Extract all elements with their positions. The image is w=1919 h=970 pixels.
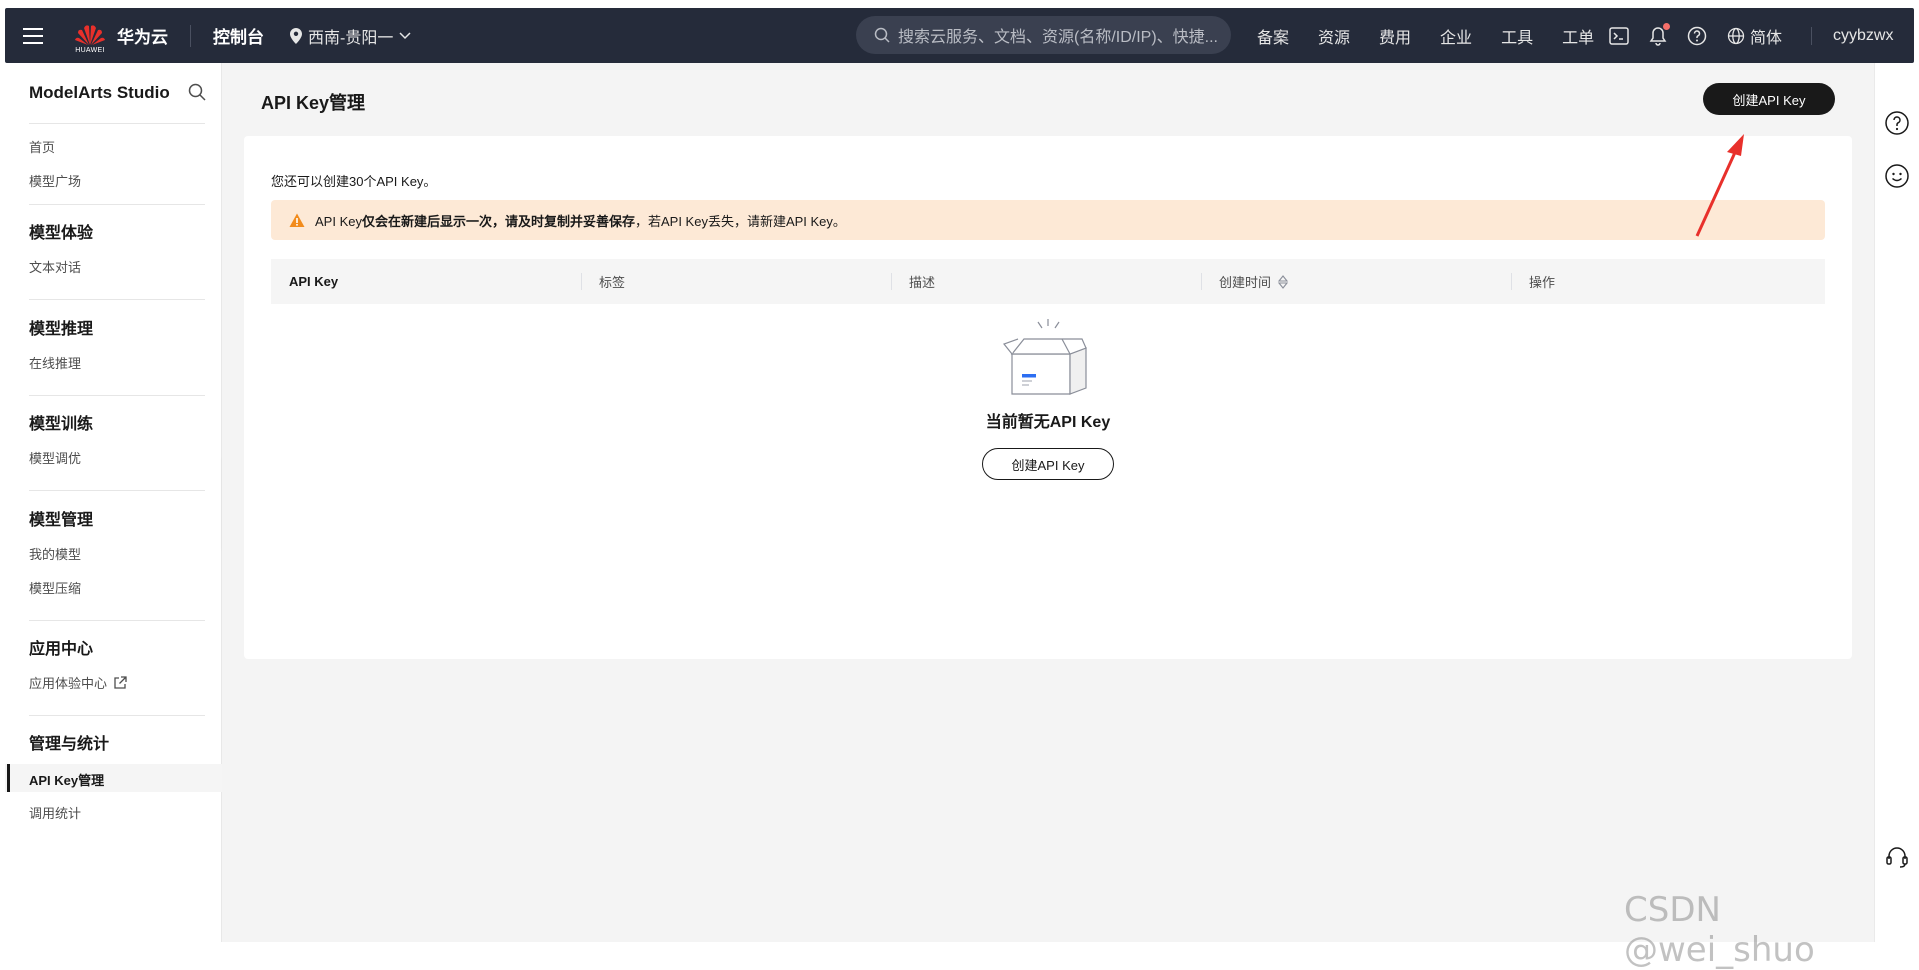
api-key-card: 您还可以创建30个API Key。 API Key仅会在新建后显示一次，请及时复… xyxy=(244,136,1852,659)
topbar-user-divider xyxy=(1811,27,1812,45)
column-header-created-time[interactable]: 创建时间 xyxy=(1201,259,1511,304)
huawei-cloud-logo[interactable]: HUAWEI 华为云 xyxy=(73,18,168,54)
empty-box-icon xyxy=(1003,319,1087,395)
column-header-description: 描述 xyxy=(891,259,1201,304)
sort-icon[interactable] xyxy=(1277,274,1289,289)
topbar-nav: 备案 资源 费用 企业 工具 工单 xyxy=(1257,8,1623,63)
chevron-down-icon xyxy=(399,31,411,39)
sidebar-item-model-tuning[interactable]: 模型调优 xyxy=(29,448,81,467)
sidebar-item-app-experience-center[interactable]: 应用体验中心 xyxy=(29,673,127,692)
warning-icon xyxy=(289,213,305,227)
customer-service-headset-icon[interactable] xyxy=(1884,844,1910,875)
sidebar-divider xyxy=(29,299,205,300)
help-circle-icon[interactable] xyxy=(1884,110,1910,141)
language-selector[interactable]: 简体 xyxy=(1727,24,1782,48)
main-content: API Key管理 创建API Key 您还可以创建30个API Key。 AP… xyxy=(222,63,1874,942)
sidebar-item-home[interactable]: 首页 xyxy=(29,137,55,156)
warning-text: API Key仅会在新建后显示一次，请及时复制并妥善保存，若API Key丢失，… xyxy=(315,213,846,229)
feedback-smiley-icon[interactable] xyxy=(1884,163,1910,194)
top-navigation-bar: HUAWEI 华为云 控制台 西南-贵阳一 搜索云服务、文档、资源(名称/ID/… xyxy=(5,8,1914,63)
sidebar-group-model-inference: 模型推理 xyxy=(29,321,94,338)
page-title: API Key管理 xyxy=(261,93,366,113)
sidebar-divider xyxy=(29,490,205,491)
sidebar-item-api-key-management[interactable]: API Key管理 xyxy=(5,764,222,792)
region-label: 西南-贵阳一 xyxy=(308,29,394,47)
language-label: 简体 xyxy=(1750,29,1783,47)
column-header-api-key: API Key xyxy=(289,274,339,289)
sidebar-divider xyxy=(29,715,205,716)
region-selector[interactable]: 西南-贵阳一 xyxy=(290,24,411,48)
empty-state-text: 当前暂无API Key xyxy=(985,414,1111,431)
huawei-logo-icon: HUAWEI xyxy=(73,18,107,54)
sidebar-group-model-management: 模型管理 xyxy=(29,512,94,529)
hamburger-menu-icon[interactable] xyxy=(5,8,61,63)
console-link[interactable]: 控制台 xyxy=(213,23,264,48)
nav-item-tickets[interactable]: 工单 xyxy=(1562,24,1594,48)
search-icon xyxy=(874,27,890,43)
sidebar-item-online-inference[interactable]: 在线推理 xyxy=(29,353,81,372)
sidebar-divider xyxy=(29,620,205,621)
quota-text: 您还可以创建30个API Key。 xyxy=(271,174,437,189)
active-indicator xyxy=(7,764,10,792)
sidebar-item-label: 应用体验中心 xyxy=(29,676,108,691)
nav-item-billing[interactable]: 费用 xyxy=(1379,24,1411,48)
empty-state: 当前暂无API Key 创建API Key xyxy=(244,316,1852,480)
empty-state-create-button[interactable]: 创建API Key xyxy=(982,448,1114,480)
sidebar-divider xyxy=(29,123,205,124)
nav-item-tools[interactable]: 工具 xyxy=(1501,24,1533,48)
right-tool-rail xyxy=(1874,63,1919,942)
nav-item-enterprise[interactable]: 企业 xyxy=(1440,24,1472,48)
warning-banner: API Key仅会在新建后显示一次，请及时复制并妥善保存，若API Key丢失，… xyxy=(271,200,1825,240)
notification-dot xyxy=(1663,22,1670,30)
help-icon[interactable] xyxy=(1687,26,1707,46)
sidebar-search-icon[interactable] xyxy=(188,83,206,106)
sidebar-group-management-stats: 管理与统计 xyxy=(29,736,110,753)
notification-bell-icon[interactable] xyxy=(1649,22,1670,46)
global-search-input[interactable]: 搜索云服务、文档、资源(名称/ID/IP)、快捷... xyxy=(856,16,1231,54)
sidebar-title: ModelArts Studio xyxy=(29,83,170,102)
sidebar-item-label: API Key管理 xyxy=(29,773,105,788)
sidebar-item-model-compression[interactable]: 模型压缩 xyxy=(29,578,81,597)
nav-item-filing[interactable]: 备案 xyxy=(1257,24,1289,48)
sidebar-group-model-training: 模型训练 xyxy=(29,416,94,433)
sidebar-group-app-center: 应用中心 xyxy=(29,641,94,658)
globe-icon xyxy=(1727,27,1745,44)
brand-name: 华为云 xyxy=(117,28,168,47)
user-account-menu[interactable]: cyybzwx xyxy=(1833,8,1893,63)
create-api-key-button[interactable]: 创建API Key xyxy=(1703,83,1835,115)
sidebar-item-usage-stats[interactable]: 调用统计 xyxy=(29,803,81,822)
sidebar-item-my-models[interactable]: 我的模型 xyxy=(29,544,81,563)
cloud-shell-icon[interactable] xyxy=(1609,26,1629,45)
sidebar-group-model-experience: 模型体验 xyxy=(29,225,94,242)
topbar-divider xyxy=(190,24,191,47)
sidebar-divider xyxy=(29,204,205,205)
topbar-icons: 简体 xyxy=(1609,8,1782,63)
search-placeholder: 搜索云服务、文档、资源(名称/ID/IP)、快捷... xyxy=(898,29,1219,46)
sidebar-item-model-square[interactable]: 模型广场 xyxy=(29,171,81,190)
column-header-tags: 标签 xyxy=(581,259,891,304)
table-header: API Key 标签 描述 创建时间 操作 xyxy=(271,259,1825,304)
column-header-actions: 操作 xyxy=(1511,259,1825,304)
watermark: CSDN @wei_shuo xyxy=(1624,890,1815,970)
sidebar-divider xyxy=(29,395,205,396)
nav-item-resources[interactable]: 资源 xyxy=(1318,24,1350,48)
location-pin-icon xyxy=(290,27,302,44)
huawei-wordmark: HUAWEI xyxy=(75,46,105,54)
sidebar: ModelArts Studio 首页 模型广场 模型体验 文本对话 模型推理 … xyxy=(5,63,222,942)
external-link-icon xyxy=(114,675,127,689)
sidebar-item-text-chat[interactable]: 文本对话 xyxy=(29,257,81,276)
